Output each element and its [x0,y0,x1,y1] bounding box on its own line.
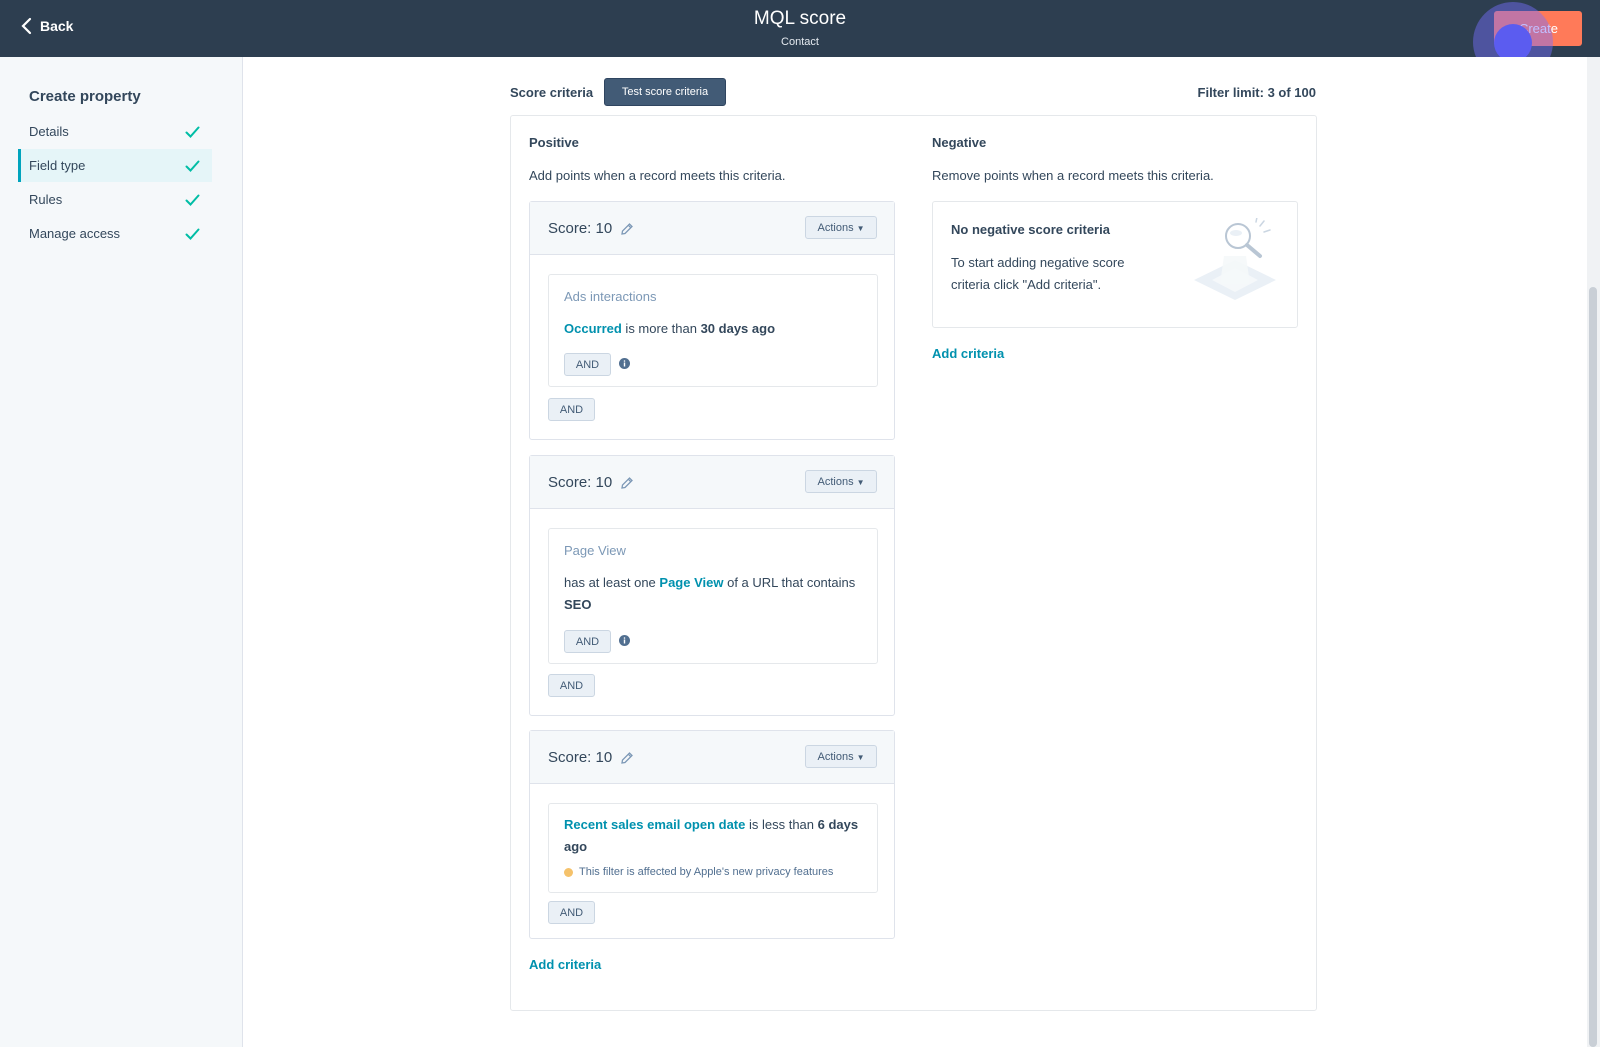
sidebar-item-label: Rules [29,192,63,207]
privacy-warning: This filter is affected by Apple's new p… [564,866,833,878]
sidebar-item-field-type[interactable]: Field type [18,149,212,182]
filter-prefix: has at least one [564,575,660,590]
checkmark-icon [185,228,200,240]
pencil-icon[interactable] [620,476,634,490]
outer-and-button[interactable]: AND [548,901,595,924]
create-button[interactable]: Create [1494,11,1582,46]
filter-card[interactable]: Page View has at least one Page View of … [548,528,878,664]
add-positive-criteria-link[interactable]: Add criteria [529,957,601,972]
positive-heading: Positive [529,135,579,150]
score-group-header: Score: 10 Actions ▼ [530,202,894,255]
score-group-header: Score: 10 Actions ▼ [530,456,894,509]
add-negative-criteria-link[interactable]: Add criteria [932,346,1004,361]
score-value: Score: 10 [548,220,634,237]
filter-value: 30 days ago [700,321,776,336]
top-header: Back MQL score Contact Create [0,0,1600,57]
checkmark-icon [185,126,200,138]
filter-operator: is less than [745,817,818,832]
filter-description: has at least one Page View of a URL that… [564,572,869,616]
actions-dropdown[interactable]: Actions ▼ [805,745,877,768]
actions-label: Actions [817,750,854,763]
negative-description: Remove points when a record meets this c… [932,168,1214,183]
page-title-block: MQL score Contact [0,8,1600,48]
negative-heading: Negative [932,135,987,150]
magnifying-glass-illustration-icon [1194,218,1276,300]
outer-and-button[interactable]: AND [548,674,595,697]
checkmark-icon [185,194,200,206]
scrollbar-thumb[interactable] [1589,287,1597,1047]
filter-name: Ads interactions [564,289,657,304]
filter-link-occurred[interactable]: Occurred [564,321,622,336]
sidebar-item-rules[interactable]: Rules [18,183,212,216]
sidebar-item-manage-access[interactable]: Manage access [18,217,212,250]
filter-operator: of a URL that contains [723,575,856,590]
actions-label: Actions [817,221,854,234]
score-value: Score: 10 [548,749,634,766]
sidebar-item-details[interactable]: Details [18,115,212,148]
empty-state-description: To start adding negative score criteria … [951,255,1125,292]
filter-card[interactable]: Ads interactions Occurred is more than 3… [548,274,878,387]
inner-and-button[interactable]: AND [564,630,611,653]
caret-down-icon: ▼ [856,477,865,487]
warning-dot-icon [564,867,573,877]
caret-down-icon: ▼ [856,752,865,762]
filter-description: Occurred is more than 30 days ago [564,318,869,340]
pencil-icon[interactable] [620,222,634,236]
sidebar-title: Create property [29,88,141,105]
test-score-criteria-button[interactable]: Test score criteria [604,78,726,106]
score-group-1: Score: 10 Actions ▼ Ads interactions Occu… [529,201,895,440]
actions-label: Actions [817,475,854,488]
score-group-3: Score: 10 Actions ▼ Recent sales email op… [529,730,895,939]
filter-card[interactable]: Recent sales email open date is less tha… [548,803,878,893]
sidebar-item-label: Manage access [29,226,121,241]
page-subtitle: Contact [781,36,819,48]
filter-link-recent-sales-email[interactable]: Recent sales email open date [564,817,745,832]
empty-state-title: No negative score criteria [951,222,1110,237]
score-label: Score: 10 [548,474,613,491]
score-label: Score: 10 [548,220,613,237]
actions-dropdown[interactable]: Actions ▼ [805,470,877,493]
filter-operator: is more than [621,321,701,336]
info-icon[interactable] [619,635,630,646]
page-title: MQL score [753,8,847,29]
filter-description: Recent sales email open date is less tha… [564,814,874,858]
caret-down-icon: ▼ [856,223,865,233]
sidebar: Create property Details Field type Rules… [0,57,243,1047]
inner-and-button[interactable]: AND [564,353,611,376]
positive-description: Add points when a record meets this crit… [529,168,786,183]
sidebar-item-label: Details [29,124,69,139]
filter-name: Page View [564,543,626,558]
score-label: Score: 10 [548,749,613,766]
score-group-2: Score: 10 Actions ▼ Page View has at leas… [529,455,895,716]
checkmark-icon [185,160,200,172]
score-group-header: Score: 10 Actions ▼ [530,731,894,784]
actions-dropdown[interactable]: Actions ▼ [805,216,877,239]
pencil-icon[interactable] [620,751,634,765]
warning-text: This filter is affected by Apple's new p… [579,866,834,878]
score-value: Score: 10 [548,474,634,491]
filter-limit-text: Filter limit: 3 of 100 [1197,85,1316,100]
sidebar-item-label: Field type [29,158,86,173]
filter-link-page-view[interactable]: Page View [659,575,723,590]
negative-empty-state: No negative score criteria To start addi… [932,201,1298,328]
score-criteria-label: Score criteria [510,85,594,100]
outer-and-button[interactable]: AND [548,398,595,421]
info-icon[interactable] [619,358,630,369]
filter-value: SEO [564,597,592,612]
